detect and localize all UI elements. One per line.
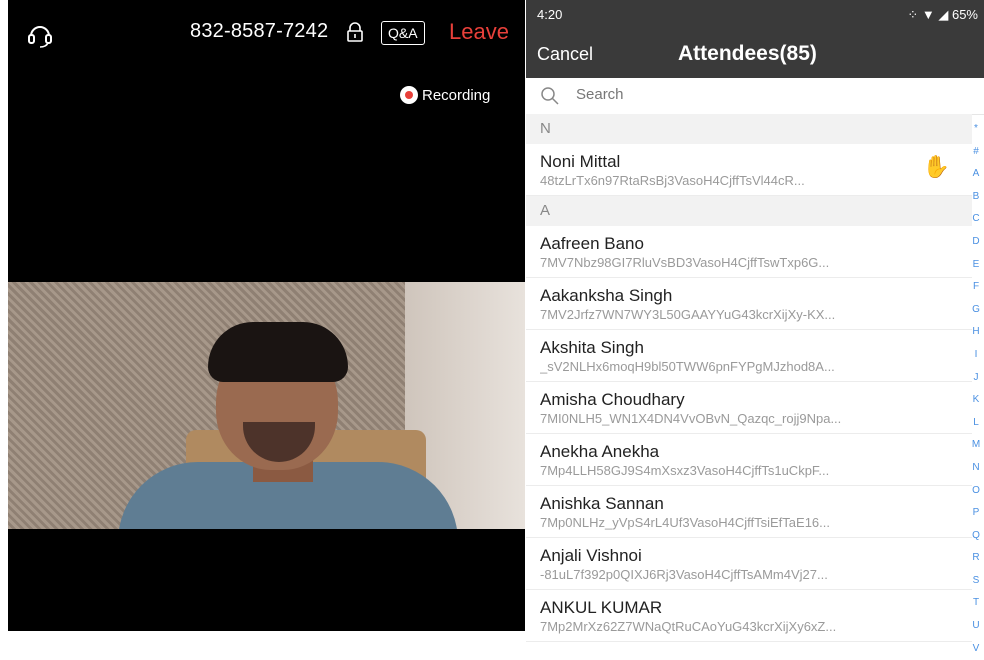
index-letter[interactable]: # [973, 141, 979, 164]
attendee-id: 7MI0NLH5_WN1X4DN4VvOBvN_Qazqc_rojj9Npa..… [540, 411, 842, 426]
list-item[interactable]: Anekha Anekha 7Mp4LLH58GJ9S4mXsxz3VasoH4… [526, 434, 972, 486]
recording-indicator[interactable]: Recording [400, 86, 490, 104]
cancel-button[interactable]: Cancel [537, 44, 593, 65]
index-letter[interactable]: N [972, 457, 979, 480]
index-letter[interactable]: M [972, 434, 980, 457]
page-title: Attendees(85) [678, 42, 817, 65]
list-item[interactable]: Amisha Choudhary 7MI0NLH5_WN1X4DN4VvOBvN… [526, 382, 972, 434]
search-icon [541, 87, 559, 105]
index-letter[interactable]: G [972, 299, 980, 322]
index-letter[interactable]: * [974, 118, 978, 141]
attendees-panel: 4:20 ⁘ ▼ ◢ 65% Cancel Attendees(85) Sear… [526, 0, 984, 654]
index-letter[interactable]: B [973, 186, 980, 209]
index-letter[interactable]: Q [972, 525, 980, 548]
attendee-name: Anishka Sannan [540, 494, 664, 513]
headset-icon[interactable] [26, 20, 54, 48]
list-item[interactable]: Anishka Sannan 7Mp0NLHz_yVpS4rL4Uf3VasoH… [526, 486, 972, 538]
search-bar[interactable]: Search [526, 78, 984, 115]
index-letter[interactable]: J [974, 367, 979, 390]
list-item[interactable]: Anjali Vishnoi -81uL7f392p0QIXJ6Rj3VasoH… [526, 538, 972, 590]
section-header-a: A [526, 196, 972, 226]
attendee-id: 48tzLrTx6n97RtaRsBj3VasoH4CjffTsVl44cR..… [540, 173, 805, 188]
index-letter[interactable]: A [973, 163, 980, 186]
attendee-id: 7MV2Jrfz7WN7WY3L50GAAYYuG43kcrXijXy-KX..… [540, 307, 836, 322]
status-indicators: ⁘ ▼ ◢ 65% [907, 7, 978, 22]
video-panel: 832-8587-7242 Q&A Leave Recording [8, 0, 525, 631]
attendee-id: 7MV7Nbz98GI7RluVsBD3VasoH4CjffTswTxp6G..… [540, 255, 830, 270]
list-item[interactable]: Noni Mittal 48tzLrTx6n97RtaRsBj3VasoH4Cj… [526, 144, 972, 196]
attendee-id: 7Mp2MrXz62Z7WNaQtRuCAoYuG43kcrXijXy6xZ..… [540, 619, 837, 634]
attendee-name: Anjali Vishnoi [540, 546, 642, 565]
index-letter[interactable]: F [973, 276, 979, 299]
index-letter[interactable]: D [972, 231, 979, 254]
attendee-name: Amisha Choudhary [540, 390, 685, 409]
attendee-name: Aakanksha Singh [540, 286, 673, 305]
list-item[interactable]: ANKUL KUMAR 7Mp2MrXz62Z7WNaQtRuCAoYuG43k… [526, 590, 972, 642]
attendee-name: Aafreen Bano [540, 234, 644, 253]
search-input[interactable]: Search [576, 86, 624, 103]
index-letter[interactable]: L [973, 412, 979, 435]
attendee-id: _sV2NLHx6moqH9bl50TWW6pnFYPgMJzhod8A... [540, 359, 835, 374]
list-item[interactable]: Akshita Singh _sV2NLHx6moqH9bl50TWW6pnFY… [526, 330, 972, 382]
index-letter[interactable]: H [972, 321, 979, 344]
section-header-n: N [526, 114, 972, 144]
index-letter[interactable]: K [973, 389, 980, 412]
index-letter[interactable]: U [972, 615, 979, 638]
attendee-name: ANKUL KUMAR [540, 598, 663, 617]
lock-icon [347, 22, 363, 42]
index-letter[interactable]: I [975, 344, 978, 367]
participant-video[interactable] [8, 282, 525, 529]
status-time: 4:20 [537, 7, 563, 22]
status-bar: 4:20 ⁘ ▼ ◢ 65% [526, 0, 984, 30]
index-letter[interactable]: O [972, 480, 980, 503]
record-icon [400, 86, 418, 104]
index-letter[interactable]: S [973, 570, 980, 593]
list-item[interactable]: Aakanksha Singh 7MV2Jrfz7WN7WY3L50GAAYYu… [526, 278, 972, 330]
index-letter[interactable]: C [972, 208, 979, 231]
qa-button[interactable]: Q&A [381, 21, 425, 45]
raised-hand-icon: ✋ [922, 154, 950, 179]
alphabet-index[interactable]: * # A B C D E F G H I J K L M N O P Q R S T U V [970, 118, 982, 660]
meeting-id: 832-8587-7242 [190, 20, 329, 42]
index-letter[interactable]: R [972, 547, 979, 570]
index-letter[interactable]: E [973, 254, 980, 277]
index-letter[interactable]: V [973, 638, 980, 660]
attendee-id: -81uL7f392p0QIXJ6Rj3VasoH4CjffTsAMm4Vj27… [540, 567, 828, 582]
attendee-name: Akshita Singh [540, 338, 644, 357]
attendee-list: N Noni Mittal 48tzLrTx6n97RtaRsBj3VasoH4… [526, 114, 972, 642]
attendee-id: 7Mp0NLHz_yVpS4rL4Uf3VasoH4CjffTsiEfTaE16… [540, 515, 830, 530]
attendee-name: Anekha Anekha [540, 442, 660, 461]
list-item[interactable]: Aafreen Bano 7MV7Nbz98GI7RluVsBD3VasoH4C… [526, 226, 972, 278]
recording-label: Recording [422, 86, 491, 104]
leave-button[interactable]: Leave [449, 19, 509, 45]
attendee-id: 7Mp4LLH58GJ9S4mXsxz3VasoH4CjffTs1uCkpF..… [540, 463, 830, 478]
meeting-toolbar: 832-8587-7242 Q&A Leave [8, 0, 525, 70]
nav-bar: Cancel Attendees(85) [526, 30, 984, 78]
index-letter[interactable]: P [973, 502, 980, 525]
attendee-name: Noni Mittal [540, 152, 621, 171]
index-letter[interactable]: T [973, 592, 979, 615]
